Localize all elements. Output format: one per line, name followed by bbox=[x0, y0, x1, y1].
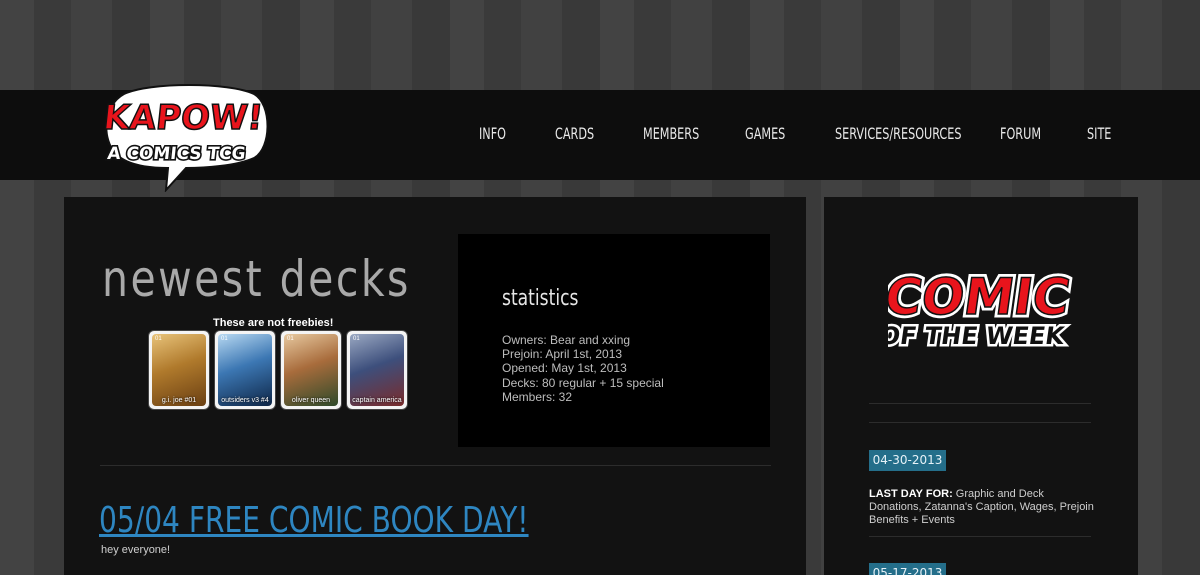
statistics-heading: statistics bbox=[502, 286, 579, 311]
card-label: captain america bbox=[352, 397, 402, 404]
cotw-line1-outline: COMIC bbox=[888, 267, 1074, 326]
stat-decks: Decks: 80 regular + 15 special bbox=[502, 376, 664, 390]
deck-card[interactable]: 01 outsiders v3 #4 bbox=[214, 330, 276, 410]
card-art: 01 g.i. joe #01 bbox=[152, 334, 206, 406]
card-number: 01 bbox=[353, 336, 360, 342]
card-art: 01 outsiders v3 #4 bbox=[218, 334, 272, 406]
nav-forum[interactable]: FORUM bbox=[1000, 124, 1041, 143]
cotw-line2: OF THE WEEK bbox=[888, 322, 1067, 350]
nav-services-resources[interactable]: SERVICES/RESOURCES bbox=[835, 124, 962, 143]
card-number: 01 bbox=[221, 336, 228, 342]
post-body: hey everyone! bbox=[101, 544, 171, 556]
news-date-badge: 04-30-2013 bbox=[869, 450, 946, 471]
stat-prejoin: Prejoin: April 1st, 2013 bbox=[502, 347, 623, 361]
post-title-link[interactable]: 05/04 FREE COMIC BOOK DAY! bbox=[99, 500, 529, 541]
sidebar-divider bbox=[869, 422, 1091, 423]
deck-card[interactable]: 01 g.i. joe #01 bbox=[148, 330, 210, 410]
news-entry: LAST DAY FOR: Graphic and Deck Donations… bbox=[869, 488, 1099, 527]
sidebar-divider bbox=[869, 536, 1091, 537]
nav-site[interactable]: SITE bbox=[1087, 124, 1111, 143]
card-art: 01 oliver queen bbox=[284, 334, 338, 406]
main-nav: INFO CARDS MEMBERS GAMES SERVICES/RESOUR… bbox=[0, 124, 1200, 148]
stat-opened: Opened: May 1st, 2013 bbox=[502, 361, 627, 375]
nav-info[interactable]: INFO bbox=[479, 124, 506, 143]
news-lead: LAST DAY FOR: bbox=[869, 488, 953, 500]
card-label: g.i. joe #01 bbox=[161, 397, 197, 404]
card-label: outsiders v3 #4 bbox=[221, 397, 269, 404]
card-art: 01 captain america bbox=[350, 334, 404, 406]
deck-card[interactable]: 01 captain america bbox=[346, 330, 408, 410]
deck-card[interactable]: 01 oliver queen bbox=[280, 330, 342, 410]
sidebar-divider bbox=[869, 403, 1091, 404]
card-number: 01 bbox=[155, 336, 162, 342]
content-divider bbox=[100, 465, 771, 466]
news-date-badge: 05-17-2013 bbox=[869, 563, 946, 575]
stat-owners: Owners: Bear and xxing bbox=[502, 333, 631, 347]
nav-cards[interactable]: CARDS bbox=[555, 124, 594, 143]
nav-members[interactable]: MEMBERS bbox=[643, 124, 699, 143]
newest-decks-heading: newest decks bbox=[102, 250, 411, 308]
card-number: 01 bbox=[287, 336, 294, 342]
comic-of-the-week-logo[interactable]: COMIC COMIC OF THE WEEK bbox=[888, 264, 1076, 356]
nav-games[interactable]: GAMES bbox=[745, 124, 785, 143]
freebies-note: These are not freebies! bbox=[213, 317, 334, 329]
stat-members: Members: 32 bbox=[502, 390, 573, 404]
card-label: oliver queen bbox=[291, 397, 331, 404]
